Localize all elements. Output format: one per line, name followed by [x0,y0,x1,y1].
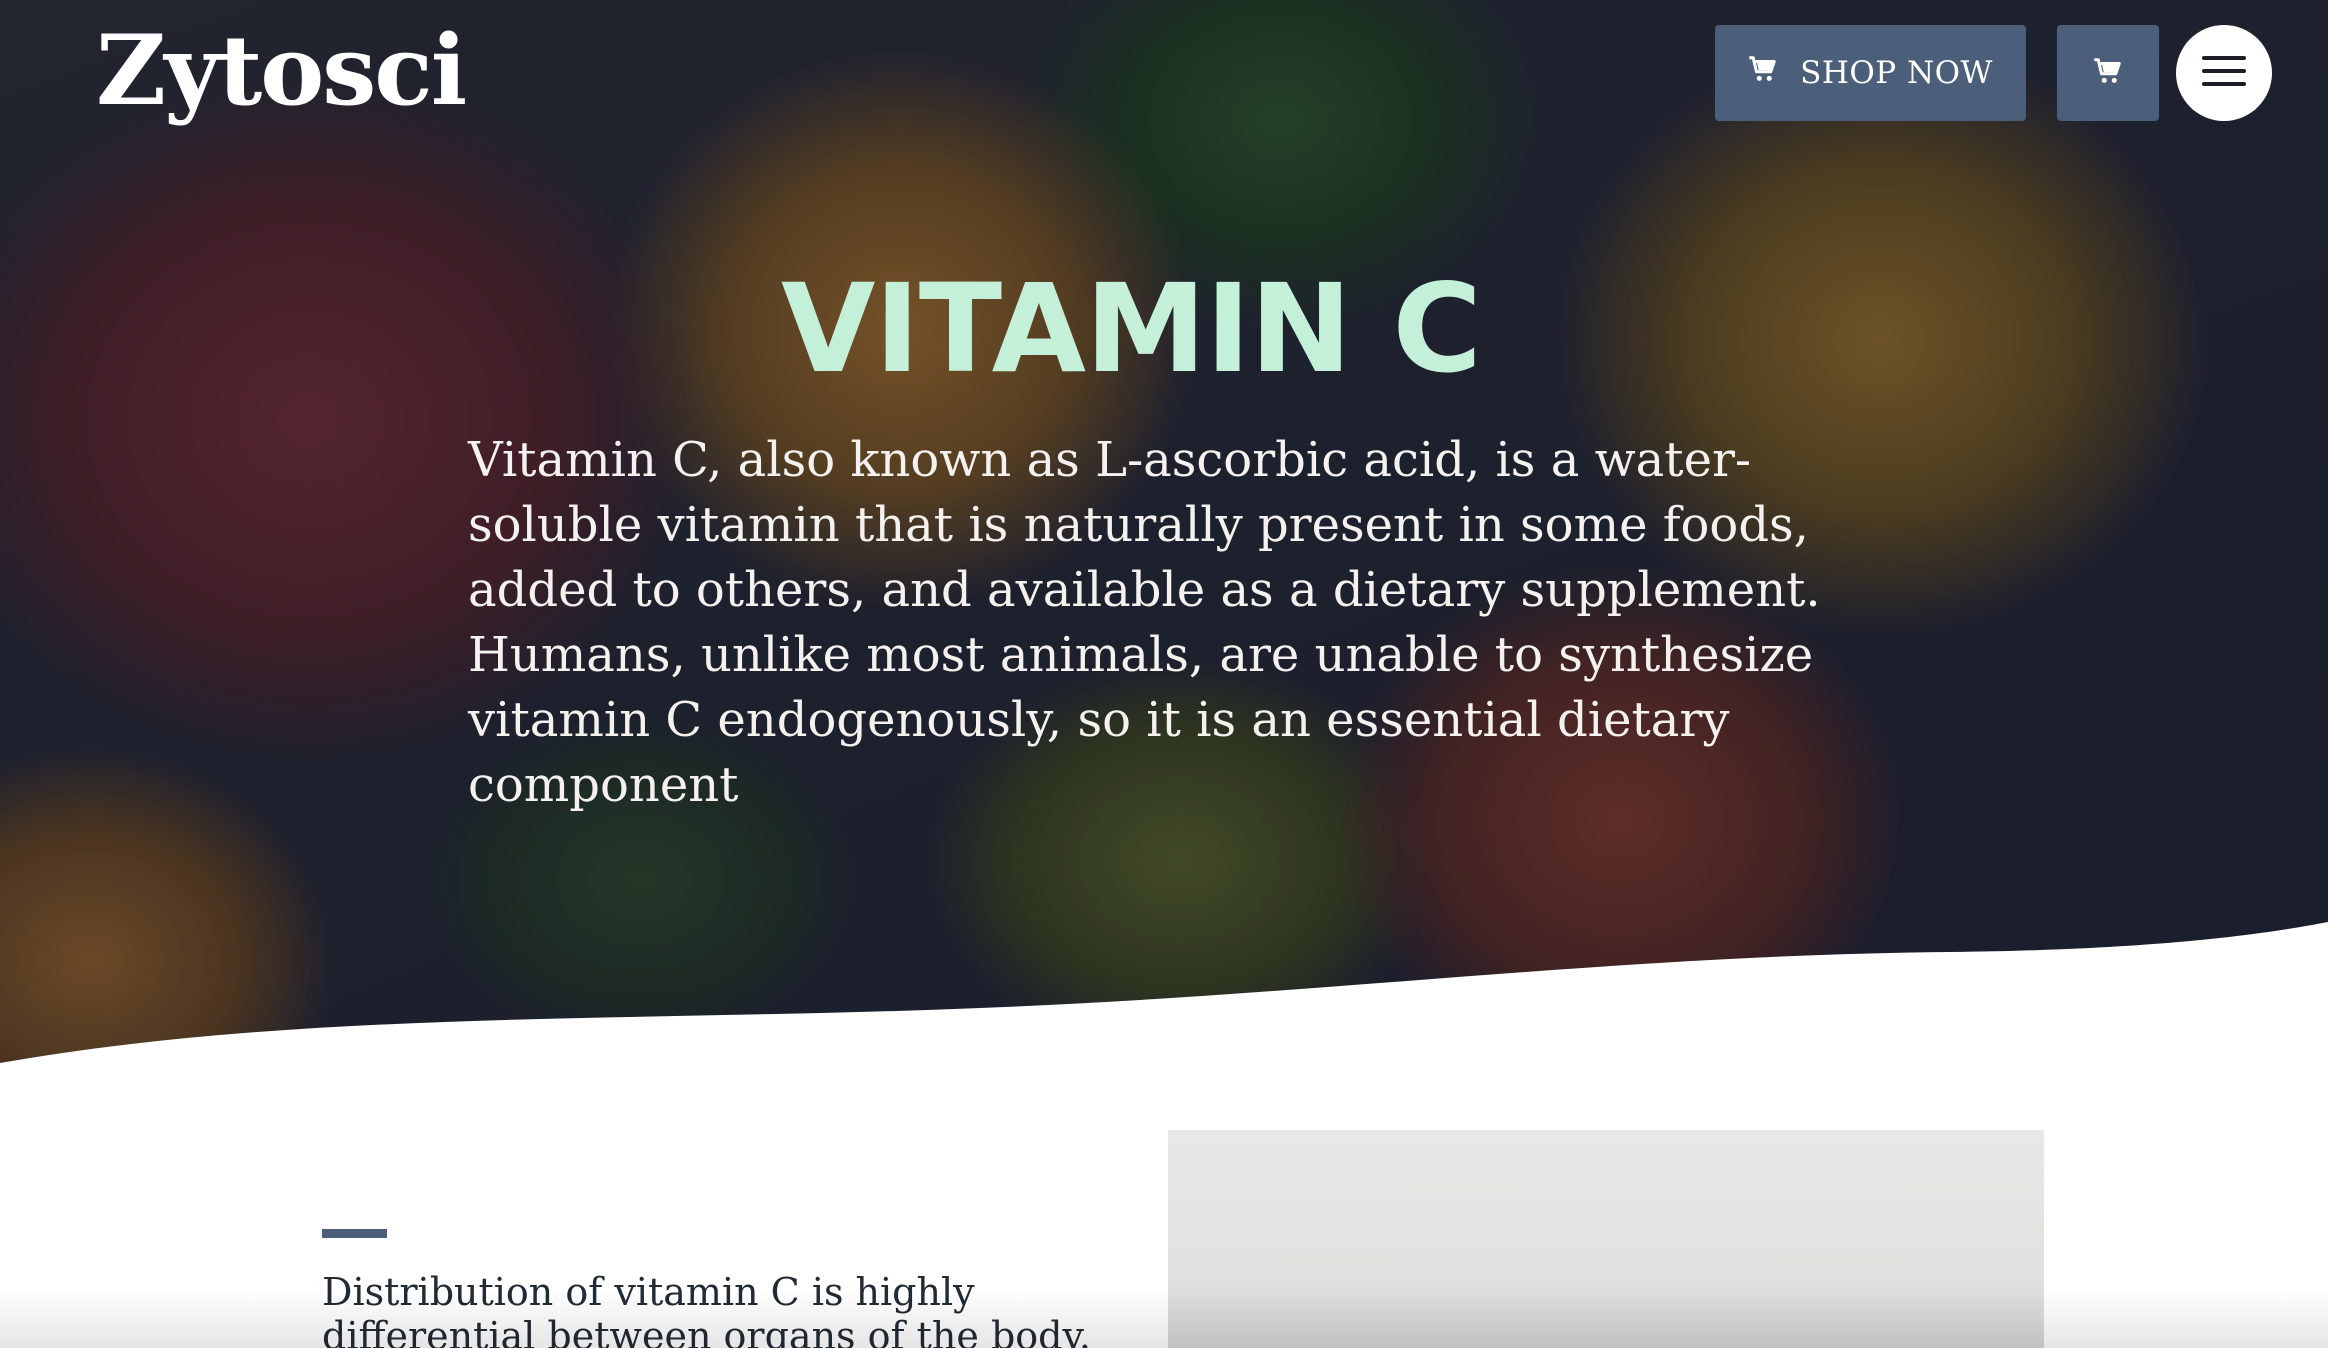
menu-button[interactable] [2176,25,2272,121]
shop-now-button[interactable]: SHOP NOW [1715,25,2026,121]
hero-title: VITAMIN C [781,258,1482,400]
section-accent-bar [322,1229,387,1238]
brand-logo[interactable]: Zytosci [96,18,467,124]
hero-description: Vitamin C, also known as L-ascorbic acid… [468,432,1821,813]
cart-button[interactable] [2057,25,2159,121]
cart-icon [1748,54,1778,92]
section-image [1168,1130,2044,1348]
shop-now-label: SHOP NOW [1800,55,1993,91]
section-paragraph: Distribution of vitamin C is highly diff… [322,1270,1091,1348]
hamburger-menu-icon [2202,54,2246,92]
cart-icon [2093,56,2123,90]
